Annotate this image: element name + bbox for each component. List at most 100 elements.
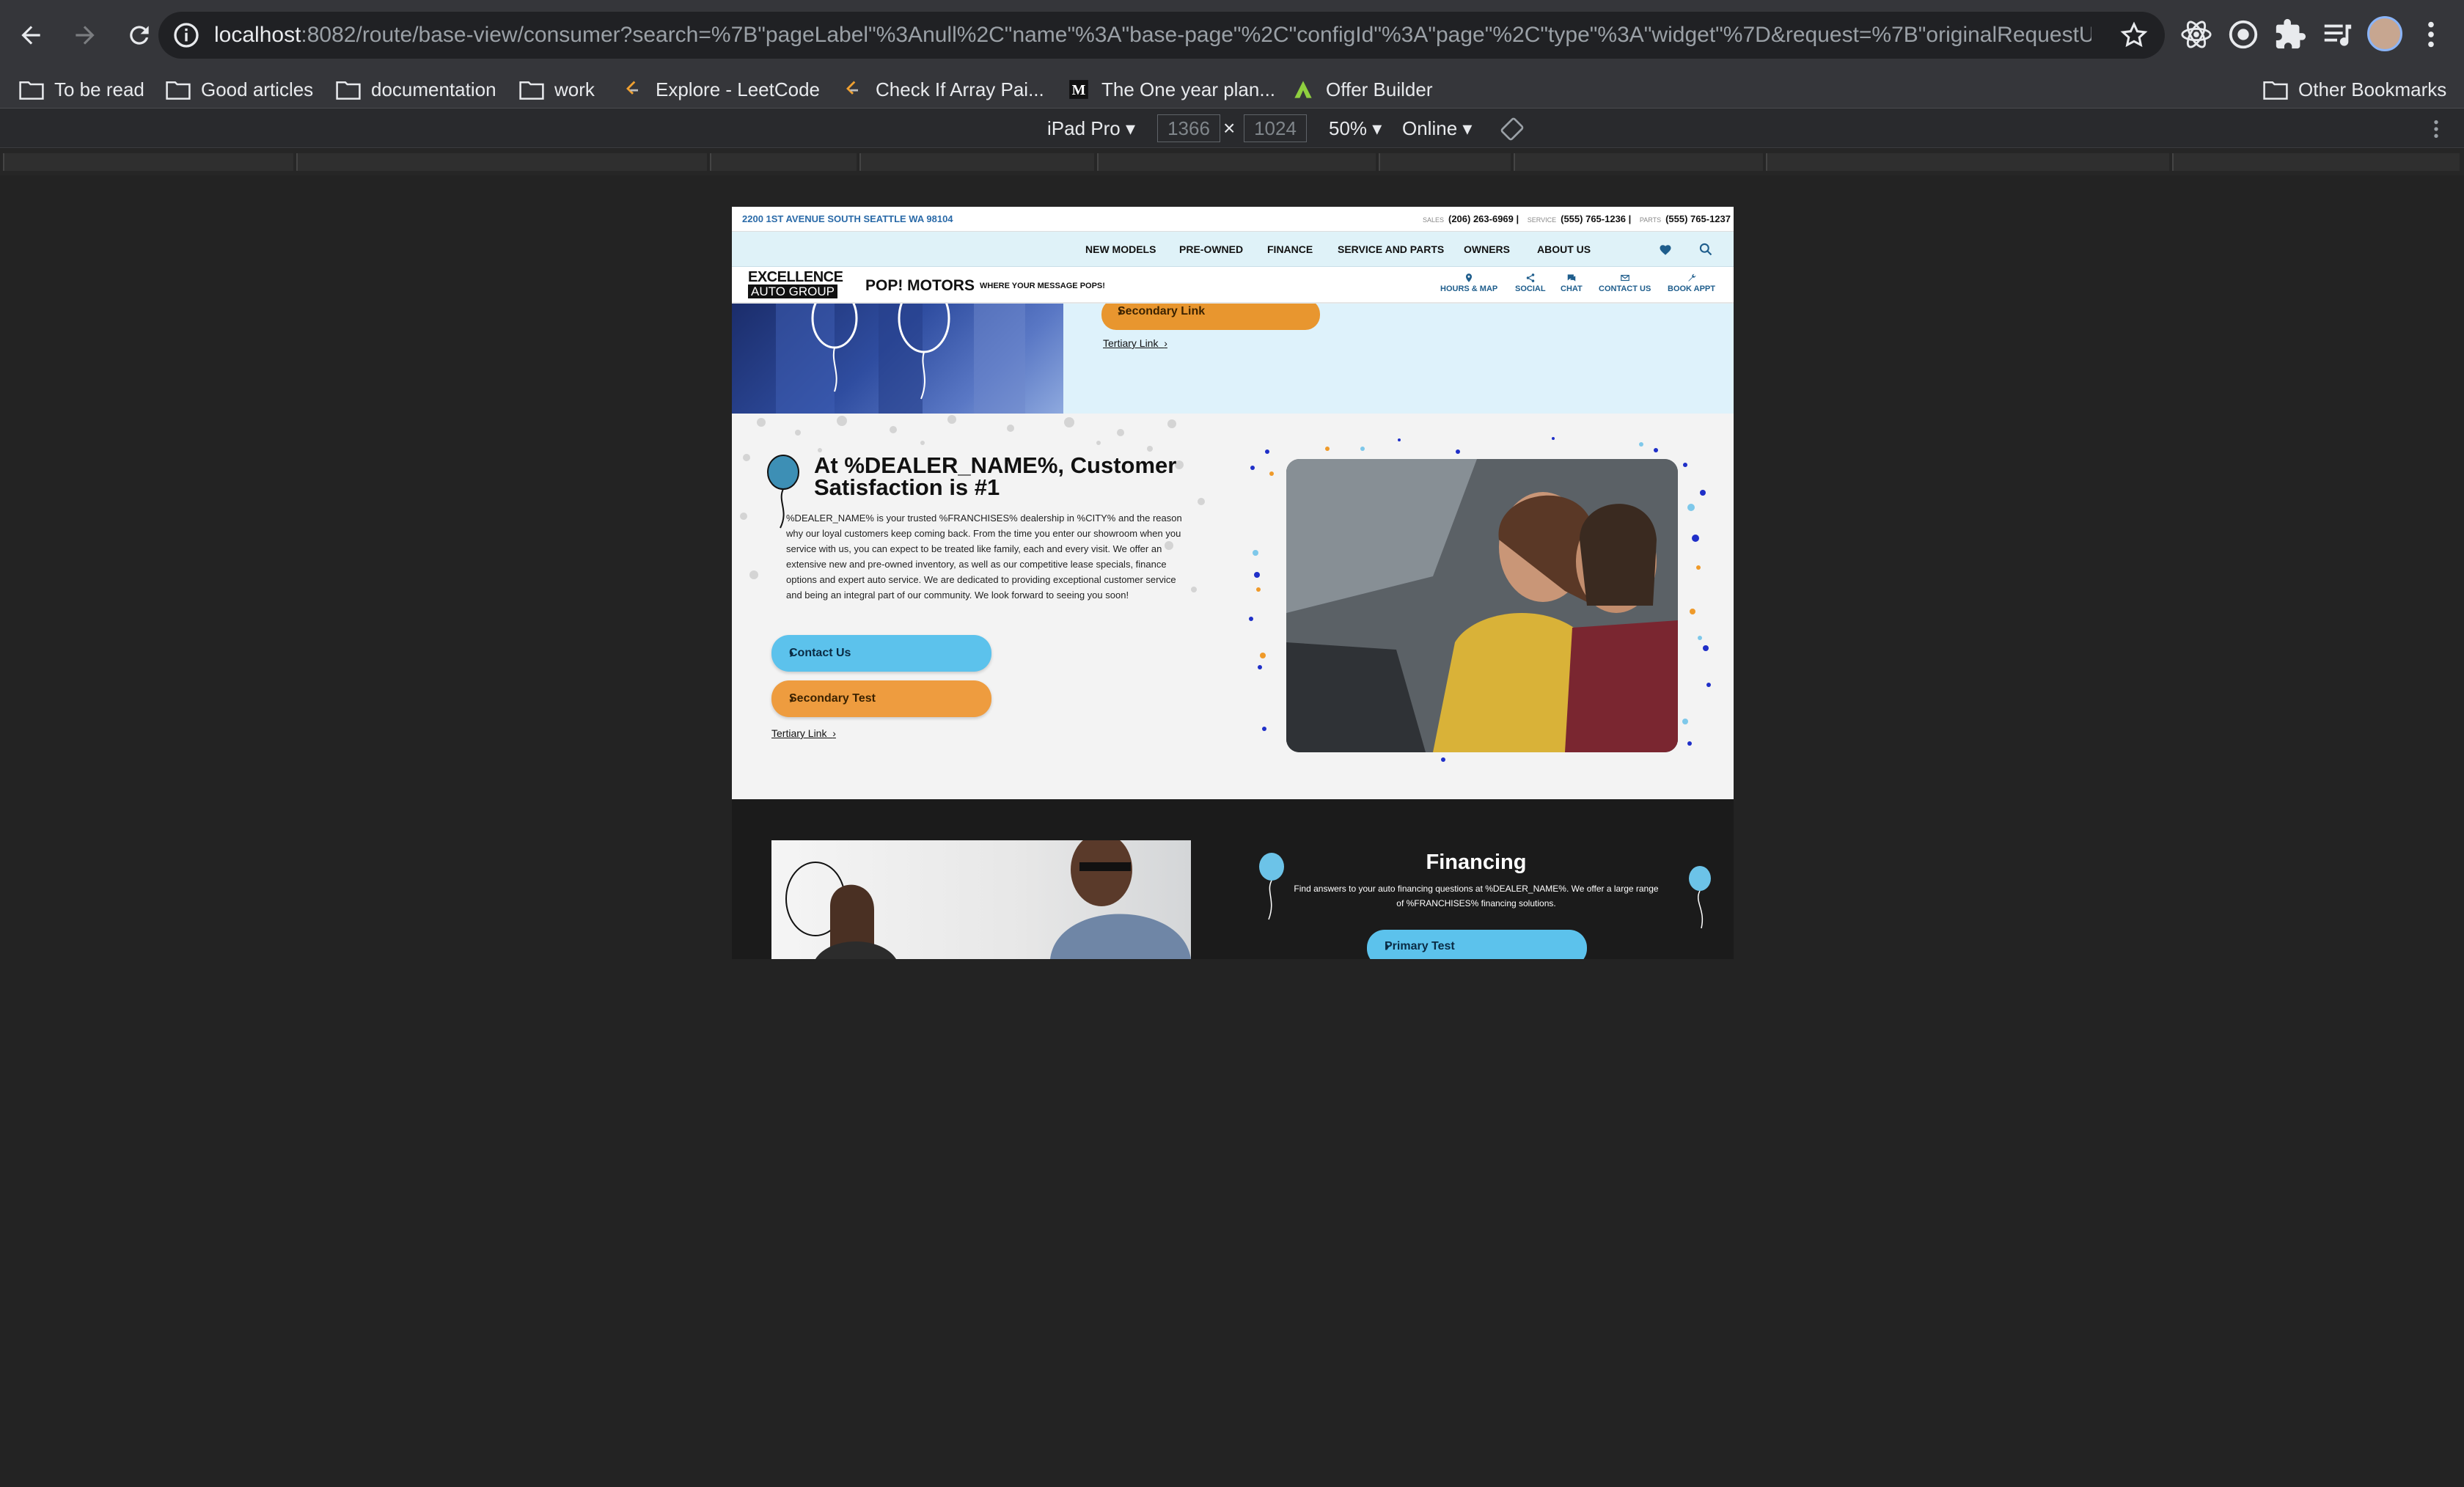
address-bar[interactable]: localhost:8082/route/base-view/consumer?…: [158, 12, 2165, 59]
target-extension-icon[interactable]: [2226, 18, 2260, 51]
device-toolbar: iPad Pro ▾ 1366 × 1024 50% ▾ Online ▾: [0, 109, 2464, 148]
primary-test-button[interactable]: Primary Test ›: [1367, 930, 1587, 959]
bookmark-label: Explore - LeetCode: [656, 78, 821, 100]
zoom-value: 50%: [1329, 117, 1368, 139]
kebab-menu-icon[interactable]: [2414, 18, 2448, 51]
util-label: BOOK APPT: [1668, 284, 1715, 293]
brand-tagline: WHERE YOUR MESSAGE POPS!: [980, 282, 1105, 290]
satisfaction-tertiary-link[interactable]: Tertiary Link ›: [771, 727, 836, 739]
bookmark-link[interactable]: M The One year plan...: [1066, 75, 1275, 104]
envelope-icon: [1620, 274, 1629, 282]
width-input[interactable]: 1366: [1157, 114, 1220, 142]
caret-down-icon: ▾: [1462, 117, 1473, 139]
heart-icon[interactable]: [1659, 243, 1672, 257]
util-hours-map[interactable]: HOURS & MAP: [1440, 273, 1497, 293]
bookmark-label: documentation: [371, 78, 496, 100]
util-book-appt[interactable]: BOOK APPT: [1668, 273, 1715, 293]
media-queue-icon[interactable]: [2320, 18, 2354, 51]
phone-label: SALES: [1422, 216, 1444, 224]
caret-down-icon: ▾: [1372, 117, 1382, 139]
dealer-logo[interactable]: EXCELLENCE AUTO GROUP: [748, 270, 843, 299]
other-bookmarks-folder[interactable]: Other Bookmarks: [2263, 75, 2446, 104]
bookmark-link[interactable]: Check If Array Pai...: [840, 75, 1044, 104]
height-input[interactable]: 1024: [1244, 114, 1307, 142]
nav-about-us[interactable]: ABOUT US: [1537, 243, 1591, 255]
bookmark-folder[interactable]: To be read: [19, 75, 144, 104]
phone-numbers: SALES (206) 263-6969 | SERVICE (555) 765-1…: [1422, 213, 1731, 224]
extensions-puzzle-icon[interactable]: [2273, 18, 2307, 51]
brand-name[interactable]: POP! MOTORS: [865, 277, 975, 295]
site-topbar: 2200 1ST AVENUE SOUTH SEATTLE WA 98104 S…: [732, 207, 1734, 232]
nav-finance[interactable]: FINANCE: [1267, 243, 1313, 255]
bookmark-label: Check If Array Pai...: [876, 78, 1044, 100]
zoom-select[interactable]: 50% ▾: [1329, 114, 1382, 142]
secondary-test-button[interactable]: Secondary Test ›: [771, 680, 991, 717]
util-label: CONTACT US: [1599, 284, 1651, 293]
dimension-separator: ×: [1223, 117, 1236, 139]
chevron-right-icon: ›: [832, 727, 836, 739]
back-button[interactable]: [7, 12, 54, 59]
tertiary-label: Tertiary Link: [1103, 337, 1159, 349]
device-more-icon[interactable]: [2424, 117, 2448, 141]
sales-phone[interactable]: (206) 263-6969: [1448, 213, 1514, 224]
nav-pre-owned[interactable]: PRE-OWNED: [1179, 243, 1243, 255]
bookmark-label: Offer Builder: [1326, 78, 1433, 100]
financing-title: Financing: [1426, 851, 1527, 874]
contact-us-button[interactable]: Contact Us ›: [771, 635, 991, 672]
brand-bar: EXCELLENCE AUTO GROUP POP! MOTORS WHERE …: [732, 267, 1734, 304]
reload-button[interactable]: [116, 12, 163, 59]
nav-owners[interactable]: OWNERS: [1464, 243, 1510, 255]
chevron-right-icon: ›: [1385, 939, 1390, 955]
hero-tertiary-link[interactable]: Tertiary Link ›: [1103, 337, 1167, 349]
device-name: iPad Pro: [1047, 117, 1121, 139]
nav-new-models[interactable]: NEW MODELS: [1085, 243, 1156, 255]
bookmark-label: The One year plan...: [1101, 78, 1276, 100]
salesperson-photo: [771, 840, 1191, 959]
parts-phone[interactable]: (555) 765-1237: [1665, 213, 1731, 224]
throttling-select[interactable]: Online ▾: [1402, 114, 1472, 142]
bookmark-label: work: [554, 78, 595, 100]
folder-icon: [336, 81, 361, 100]
util-label: CHAT: [1561, 284, 1583, 293]
util-label: HOURS & MAP: [1440, 284, 1498, 293]
share-icon: [1526, 273, 1535, 282]
nav-service-and-parts[interactable]: SERVICE AND PARTS: [1338, 243, 1444, 255]
couple-in-car-photo: [1286, 459, 1678, 752]
wrench-icon: [1687, 273, 1695, 282]
hero-secondary-button[interactable]: Secondary Link ›: [1101, 299, 1320, 330]
balloon-icon: [1689, 866, 1711, 929]
site-nav: NEW MODELS PRE-OWNED FINANCE SERVICE AND…: [732, 232, 1734, 267]
util-chat[interactable]: CHAT: [1561, 273, 1583, 293]
bookmark-folder[interactable]: Good articles: [166, 75, 313, 104]
tertiary-label: Tertiary Link: [771, 727, 827, 739]
rotate-icon[interactable]: [1500, 117, 1524, 141]
hero-image: [732, 283, 1063, 414]
chevron-right-icon: ›: [789, 691, 794, 707]
react-devtools-icon[interactable]: [2179, 18, 2213, 51]
forward-button[interactable]: [62, 12, 109, 59]
bookmark-folder[interactable]: documentation: [336, 75, 496, 104]
financing-section: Financing Find answers to your auto fina…: [732, 799, 1734, 959]
dealer-address[interactable]: 2200 1ST AVENUE SOUTH SEATTLE WA 98104: [742, 213, 953, 224]
bookmark-star-icon[interactable]: [2119, 21, 2149, 50]
util-social[interactable]: SOCIAL: [1515, 273, 1546, 293]
folder-icon: [166, 81, 191, 100]
service-phone[interactable]: (555) 765-1236: [1561, 213, 1626, 224]
device-select[interactable]: iPad Pro ▾: [1047, 114, 1135, 142]
folder-icon: [19, 81, 44, 100]
profile-avatar[interactable]: [2367, 16, 2402, 51]
info-icon[interactable]: [172, 21, 201, 50]
search-icon[interactable]: [1698, 242, 1713, 257]
bookmark-folder[interactable]: work: [519, 75, 595, 104]
util-label: SOCIAL: [1515, 284, 1546, 293]
bookmark-link[interactable]: Explore - LeetCode: [620, 75, 820, 104]
url-text[interactable]: localhost:8082/route/base-view/consumer?…: [214, 23, 2091, 48]
bookmark-link[interactable]: Offer Builder: [1291, 75, 1432, 104]
chevron-right-icon: ›: [1118, 304, 1123, 320]
satisfaction-section: At %DEALER_NAME%, Customer Satisfaction …: [732, 414, 1734, 799]
util-contact-us[interactable]: CONTACT US: [1599, 273, 1651, 293]
balloons-illustration: [776, 283, 1025, 414]
url-host: localhost: [214, 23, 301, 47]
logo-line2: AUTO GROUP: [748, 284, 837, 298]
network-value: Online: [1402, 117, 1458, 139]
